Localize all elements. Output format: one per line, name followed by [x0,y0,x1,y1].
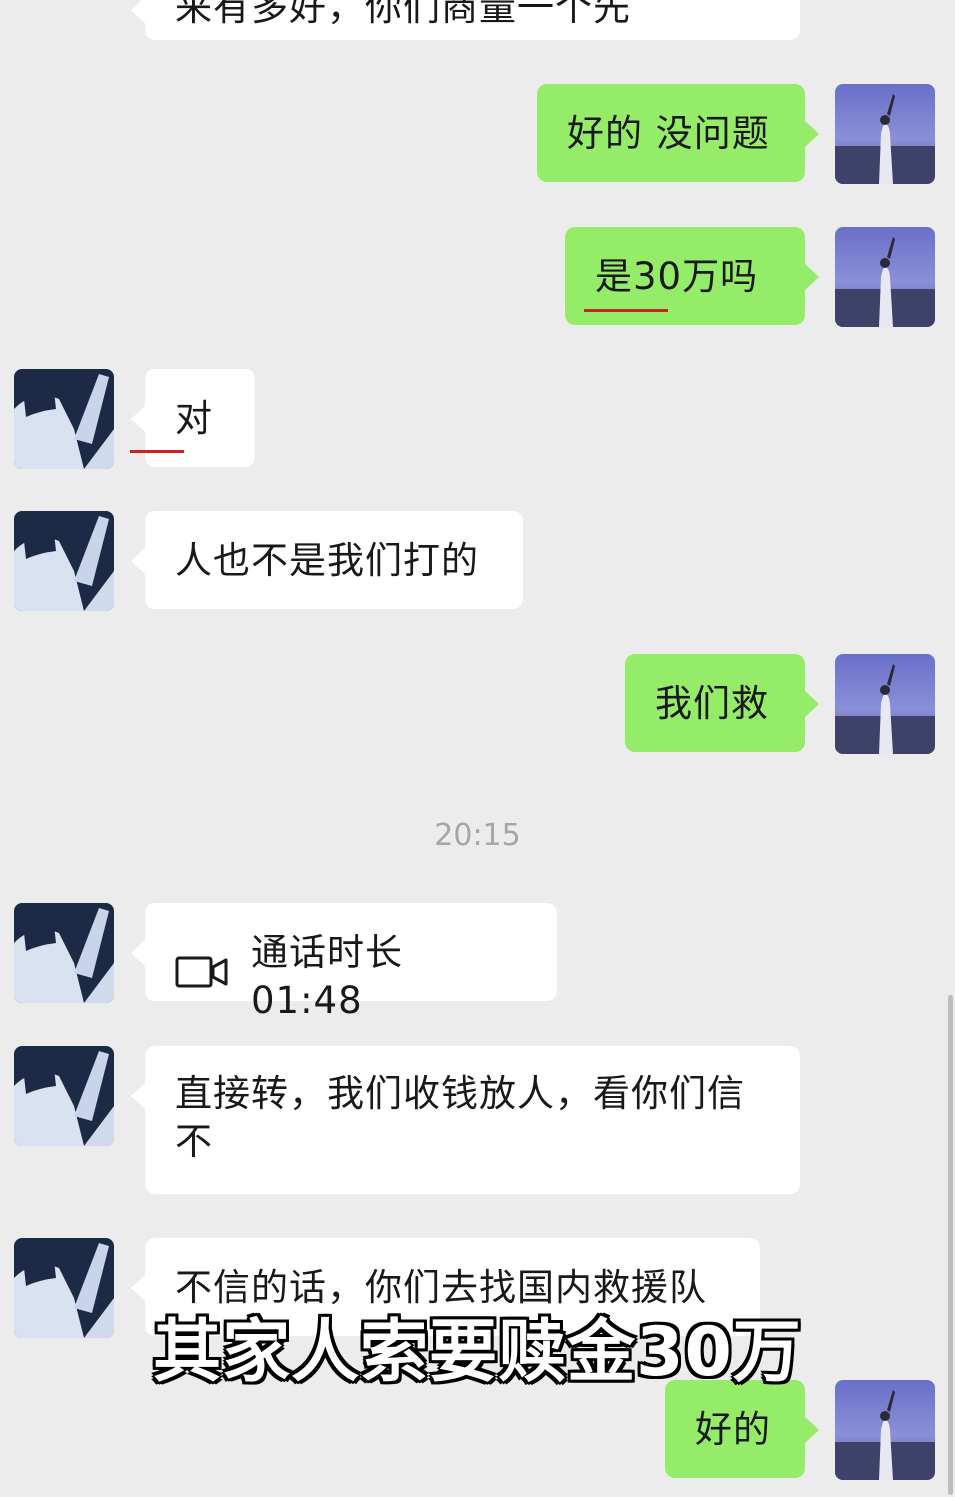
contact-avatar[interactable] [14,903,114,1003]
message-text: 是30万吗 [595,255,759,298]
self-avatar[interactable] [835,227,935,327]
contact-avatar[interactable] [14,1046,114,1146]
call-duration-text: 通话时长 01:48 [251,931,403,1022]
message-text: 人也不是我们打的 [175,539,479,582]
chat-window: 来有多好，你们商量一个先 好的 没问题 是30万吗 对 人也不是我们打的 我们救… [0,0,955,1497]
message-text: 我们救 [655,682,769,725]
message-text: 好的 没问题 [567,112,770,155]
message-bubble-left[interactable]: 直接转，我们收钱放人，看你们信不 [131,1046,800,1194]
video-call-icon [175,953,229,1001]
message-text: 来有多好，你们商量一个先 [175,0,631,29]
red-underline-mark [130,450,184,453]
message-text: 直接转，我们收钱放人，看你们信不 [175,1072,745,1163]
self-avatar[interactable] [835,84,935,184]
scrollbar[interactable] [948,995,953,1495]
contact-avatar[interactable] [14,369,114,469]
self-avatar[interactable] [835,1380,935,1480]
video-call-bubble[interactable]: 通话时长 01:48 [131,903,557,1022]
message-bubble-right[interactable]: 我们救 [625,654,819,752]
message-text: 好的 [695,1408,771,1451]
message-bubble-left[interactable]: 人也不是我们打的 [131,511,523,609]
self-avatar[interactable] [835,654,935,754]
chat-timestamp: 20:15 [434,818,521,853]
message-bubble-right[interactable]: 好的 没问题 [537,84,819,182]
video-subtitle: 其家人索要赎金30万 [153,1313,802,1392]
message-bubble-left[interactable]: 来有多好，你们商量一个先 [131,0,800,40]
red-underline-mark [584,309,668,312]
message-text: 对 [175,397,213,440]
contact-avatar[interactable] [14,511,114,611]
